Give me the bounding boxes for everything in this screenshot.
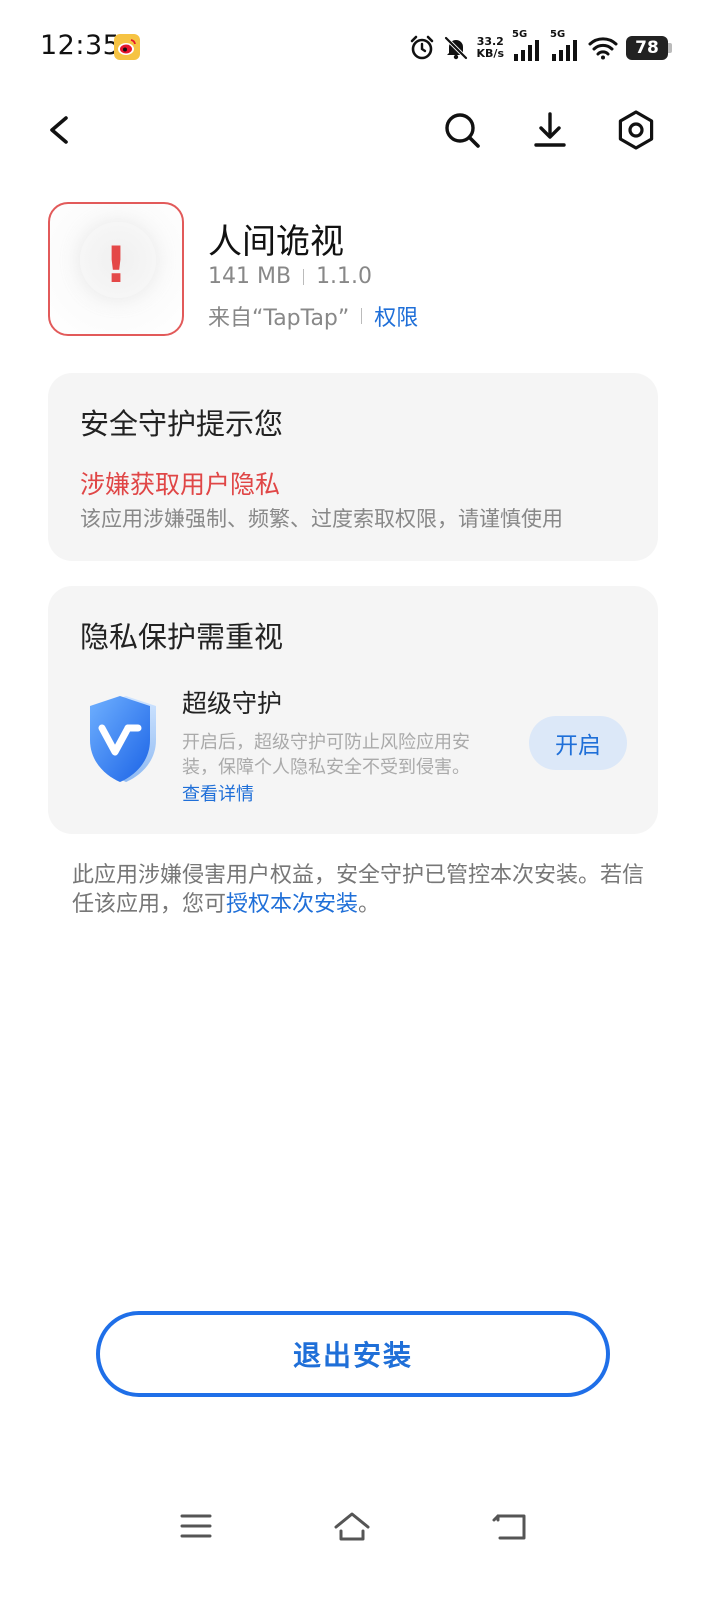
- battery-indicator: 78: [626, 36, 672, 60]
- wifi-icon: [588, 37, 618, 60]
- alarm-icon: [410, 35, 433, 60]
- security-card-title: 安全守护提示您: [80, 407, 284, 441]
- privacy-card-title: 隐私保护需重视: [80, 620, 284, 654]
- sim1-signal: 5G: [512, 29, 542, 61]
- shield-icon: [90, 696, 156, 782]
- sim2-signal: 5G: [550, 29, 580, 61]
- app-source-row: 来自“TapTap” 权限: [208, 300, 418, 332]
- network-speed: 33.2 KB/s: [477, 36, 504, 60]
- app-name: 人间诡视: [208, 222, 344, 262]
- status-time: 12:35: [40, 30, 121, 61]
- app-meta: 141 MB 1.1.0: [208, 264, 372, 289]
- app-source: 来自“TapTap”: [208, 306, 350, 331]
- status-bar: 12:35 33.2 KB/s 5G 5G 78: [0, 0, 720, 96]
- risk-description: 该应用涉嫌强制、频繁、过度索取权限，请谨慎使用: [80, 507, 563, 531]
- view-details-link[interactable]: 查看详情: [182, 780, 254, 806]
- risk-title: 涉嫌获取用户隐私: [80, 470, 281, 499]
- weibo-icon: [114, 34, 140, 60]
- notice-end: 。: [358, 892, 381, 917]
- super-guard-description: 开启后，超级守护可防止风险应用安装，保障个人隐私安全不受到侵害。: [182, 732, 470, 778]
- permission-link[interactable]: 权限: [374, 300, 418, 332]
- install-notice: 此应用涉嫌侵害用户权益，安全守护已管控本次安装。若信任该应用，您可授权本次安装。: [72, 861, 652, 919]
- battery-level: 78: [635, 38, 659, 58]
- signal-icon: [552, 40, 577, 61]
- authorize-install-link[interactable]: 授权本次安装: [226, 892, 358, 917]
- app-size: 141 MB: [208, 264, 292, 289]
- app-version: 1.1.0: [316, 264, 373, 289]
- divider: [361, 308, 363, 324]
- net-speed-unit: KB/s: [476, 47, 504, 60]
- settings-icon[interactable]: [614, 108, 658, 152]
- exit-install-button[interactable]: 退出安装: [96, 1311, 610, 1397]
- divider: [303, 268, 305, 285]
- mute-bell-icon: [444, 36, 467, 60]
- warning-exclamation-icon: !: [104, 236, 128, 294]
- signal-icon: [514, 40, 539, 61]
- privacy-protection-card: 隐私保护需重视 超级守护 开启后，超级守护可防止风险应用安装，保障个人隐私安全不…: [48, 586, 658, 834]
- back-nav-icon[interactable]: [490, 1506, 530, 1546]
- search-icon[interactable]: [440, 108, 484, 152]
- menu-icon[interactable]: [176, 1506, 216, 1546]
- security-warning-card: 安全守护提示您 涉嫌获取用户隐私 该应用涉嫌强制、频繁、过度索取权限，请谨慎使用: [48, 373, 658, 561]
- enable-super-guard-button[interactable]: 开启: [529, 716, 627, 770]
- back-arrow-icon[interactable]: [38, 108, 82, 152]
- app-icon: !: [48, 202, 184, 336]
- super-guard-title: 超级守护: [182, 689, 283, 718]
- home-icon[interactable]: [332, 1506, 372, 1546]
- download-icon[interactable]: [528, 108, 572, 152]
- status-icons: 33.2 KB/s 5G 5G 78: [409, 28, 672, 68]
- top-nav: [0, 100, 720, 160]
